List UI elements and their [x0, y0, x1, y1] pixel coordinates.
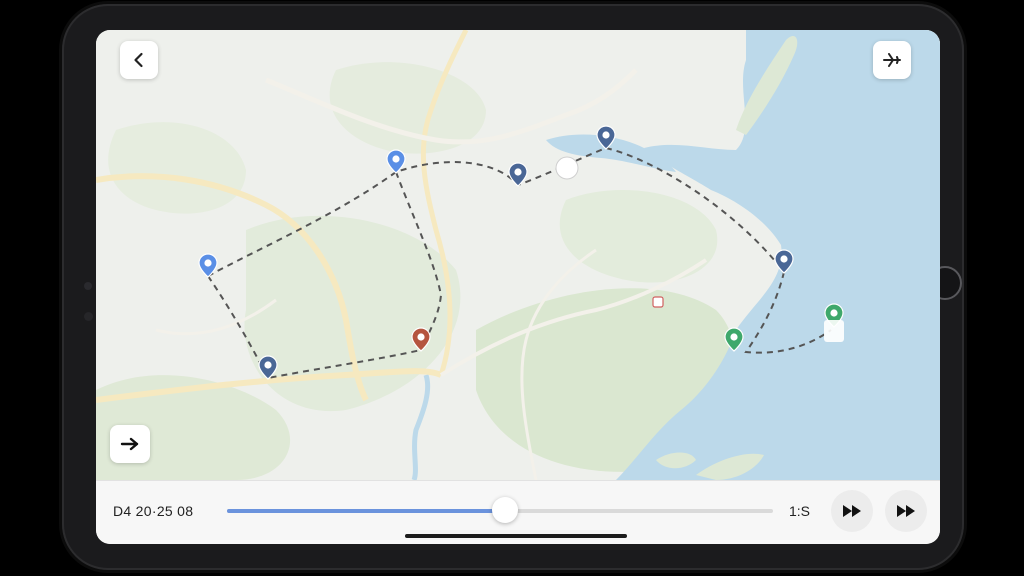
- playback-speed[interactable]: 1:S: [789, 503, 810, 519]
- destination-card: [824, 320, 844, 342]
- current-position-marker: [555, 156, 579, 180]
- chevron-left-icon: [134, 52, 143, 68]
- back-button[interactable]: [120, 41, 158, 79]
- slider-fill: [227, 509, 506, 513]
- airplane-icon: [883, 53, 901, 67]
- slider-thumb[interactable]: [492, 497, 519, 523]
- map-canvas: [96, 30, 940, 480]
- skip-forward-button[interactable]: [885, 490, 927, 532]
- home-indicator: [405, 534, 627, 538]
- arrow-right-icon: [120, 437, 139, 451]
- fast-forward-icon: [843, 505, 861, 517]
- sensor: [84, 312, 93, 321]
- fast-forward-button[interactable]: [831, 490, 873, 532]
- screen: D4 20·25 08 1:S: [96, 30, 940, 544]
- camera-lens: [84, 282, 92, 290]
- map-view[interactable]: [96, 30, 940, 480]
- playback-time: D4 20·25 08: [113, 503, 194, 519]
- navigate-button[interactable]: [110, 425, 150, 463]
- poi-icon: [652, 296, 664, 308]
- flight-mode-button[interactable]: [873, 41, 911, 79]
- fast-forward-icon: [897, 505, 915, 517]
- playback-slider[interactable]: [227, 497, 773, 523]
